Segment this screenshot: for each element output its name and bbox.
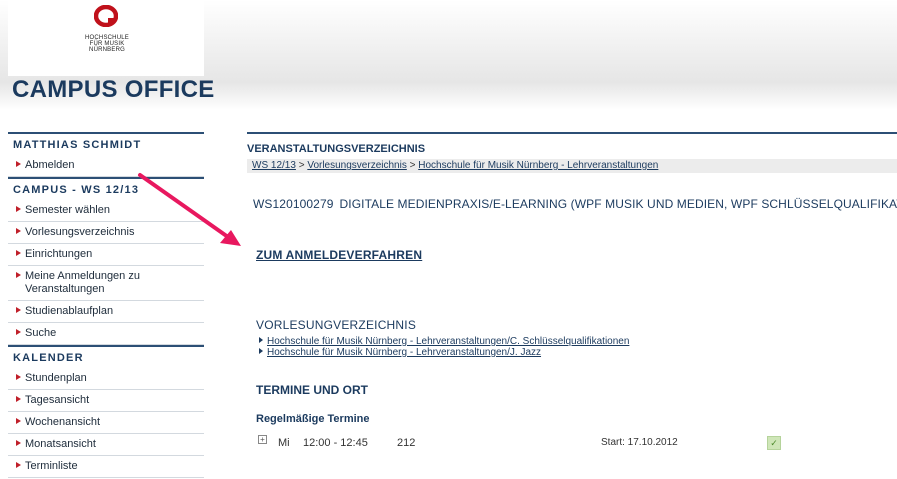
bullet-arrow-icon <box>16 440 21 446</box>
breadcrumb: WS 12/13 > Vorlesungsverzeichnis > Hochs… <box>247 159 897 173</box>
sidebar-heading-kalender: KALENDER <box>8 345 204 368</box>
bullet-arrow-icon <box>16 272 21 278</box>
app-title: CAMPUS OFFICE <box>12 76 215 103</box>
schedule-heading: TERMINE UND ORT <box>256 383 368 397</box>
breadcrumb-link-catalog[interactable]: Vorlesungsverzeichnis <box>307 160 407 171</box>
course-title: WS120100279 DIGITALE MEDIENPRAXIS/E-LEARN… <box>247 197 897 211</box>
appointment-start: Start: 17.10.2012 <box>601 437 678 448</box>
bullet-arrow-icon <box>16 206 21 212</box>
sidebar-item-stundenplan[interactable]: Stundenplan <box>8 368 204 390</box>
bullet-arrow-icon <box>16 161 21 167</box>
bullet-arrow-icon <box>259 348 263 354</box>
breadcrumb-separator: > <box>406 160 419 171</box>
course-name: DIGITALE MEDIENPRAXIS/E-LEARNING (WPF MU… <box>339 197 897 211</box>
bullet-arrow-icon <box>259 337 263 343</box>
sidebar-heading-user: MATTHIAS SCHMIDT <box>8 132 204 155</box>
course-code: WS120100279 <box>253 197 334 211</box>
bullet-arrow-icon <box>16 329 21 335</box>
sidebar-item-anmeldungen[interactable]: Meine Anmeldungen zu Veranstaltungen <box>8 266 204 301</box>
sidebar: MATTHIAS SCHMIDT Abmelden CAMPUS - WS 12… <box>8 132 204 478</box>
registration-link[interactable]: ZUM ANMELDEVERFAHREN <box>247 248 897 262</box>
appointment-time: 12:00 - 12:45 <box>303 437 368 449</box>
logo-mark-icon <box>94 5 118 27</box>
expand-plus-icon[interactable]: + <box>258 435 267 444</box>
catalog-link[interactable]: Hochschule für Musik Nürnberg - Lehrvera… <box>259 336 897 347</box>
sidebar-item-suche[interactable]: Suche <box>8 323 204 345</box>
sidebar-item-wochenansicht[interactable]: Wochenansicht <box>8 412 204 434</box>
bullet-arrow-icon <box>16 396 21 402</box>
school-logo[interactable]: HOCHSCHULE FÜR MUSIK NÜRNBERG <box>8 0 204 76</box>
bullet-arrow-icon <box>16 250 21 256</box>
sidebar-heading-campus: CAMPUS - WS 12/13 <box>8 177 204 200</box>
bullet-arrow-icon <box>16 418 21 424</box>
bullet-arrow-icon <box>16 374 21 380</box>
logo-text: HOCHSCHULE FÜR MUSIK NÜRNBERG <box>84 35 129 53</box>
bullet-arrow-icon <box>16 228 21 234</box>
page-title: VERANSTALTUNGSVERZEICHNIS <box>247 143 426 155</box>
appointment-room: 212 <box>397 437 416 449</box>
sidebar-item-einrichtungen[interactable]: Einrichtungen <box>8 244 204 266</box>
sidebar-item-semester[interactable]: Semester wählen <box>8 200 204 222</box>
main-content: VERANSTALTUNGSVERZEICHNIS WS 12/13 > Vor… <box>247 132 897 451</box>
catalog-heading: VORLESUNGVERZEICHNIS <box>256 318 417 332</box>
sidebar-item-terminliste[interactable]: Terminliste <box>8 456 204 478</box>
bullet-arrow-icon <box>16 307 21 313</box>
annotation-arrow-head <box>220 230 241 246</box>
catalog-links: Hochschule für Musik Nürnberg - Lehrvera… <box>247 336 897 358</box>
sidebar-item-abmelden[interactable]: Abmelden <box>8 155 204 177</box>
breadcrumb-link-semester[interactable]: WS 12/13 <box>252 160 296 171</box>
sidebar-item-vorlesungsverzeichnis[interactable]: Vorlesungsverzeichnis <box>8 222 204 244</box>
bullet-arrow-icon <box>16 462 21 468</box>
sidebar-item-studienablaufplan[interactable]: Studienablaufplan <box>8 301 204 323</box>
sidebar-item-monatsansicht[interactable]: Monatsansicht <box>8 434 204 456</box>
main-divider <box>247 132 897 134</box>
sidebar-item-tagesansicht[interactable]: Tagesansicht <box>8 390 204 412</box>
breadcrumb-link-lehrveranstaltungen[interactable]: Hochschule für Musik Nürnberg - Lehrvera… <box>418 160 658 171</box>
breadcrumb-separator: > <box>295 160 308 171</box>
appointment-row: + Mi 12:00 - 12:45 212 Start: 17.10.2012… <box>247 435 897 451</box>
regular-appointments-heading: Regelmäßige Termine <box>256 413 370 425</box>
check-icon[interactable]: ✓ <box>767 436 781 450</box>
catalog-link[interactable]: Hochschule für Musik Nürnberg - Lehrvera… <box>259 347 897 358</box>
appointment-day: Mi <box>278 437 290 449</box>
